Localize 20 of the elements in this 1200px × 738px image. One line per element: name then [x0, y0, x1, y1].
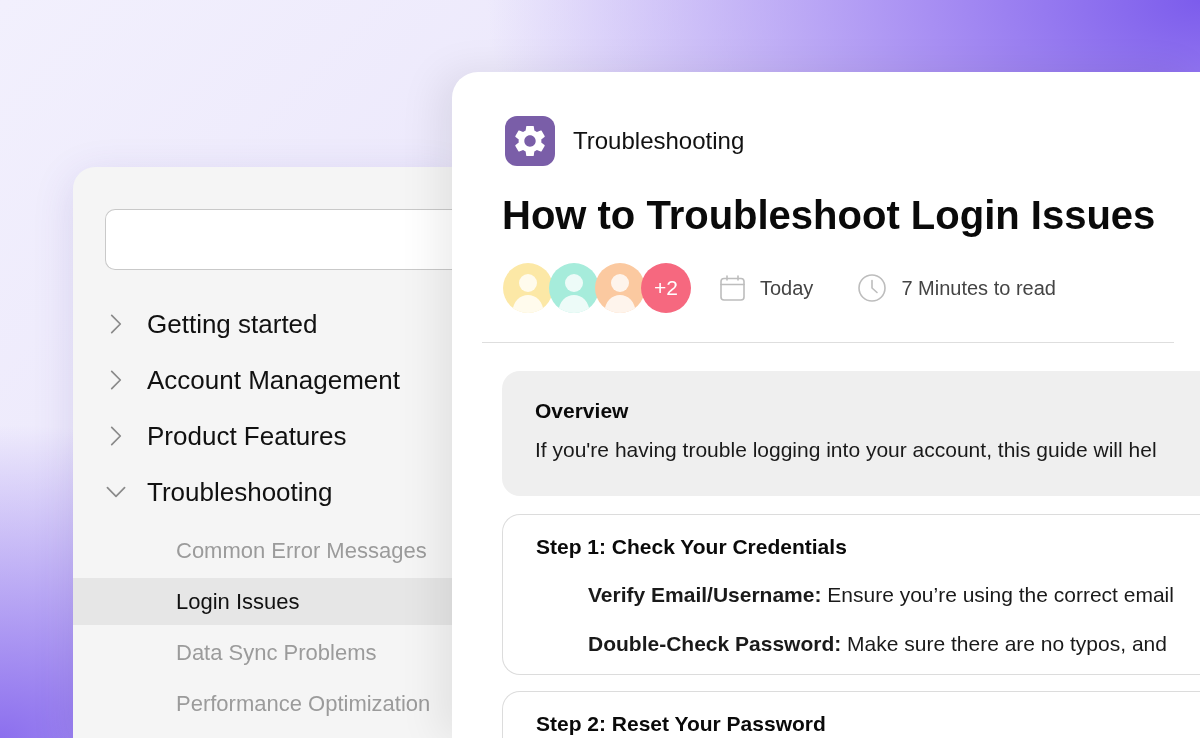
tree-item[interactable]: Troubleshooting [105, 464, 333, 520]
more-authors-count: +2 [641, 263, 691, 313]
tree-item[interactable]: Getting started [105, 296, 318, 352]
date-text: Today [760, 276, 814, 301]
step-title: Step 1: Check Your Credentials [536, 534, 847, 560]
overview-text: If you're having trouble logging into your account, this guide will hel [535, 437, 1157, 463]
step-instruction: Verify Email/Username: Ensure you’re using the correct email [588, 582, 1174, 608]
step-title: Step 2: Reset Your Password [536, 711, 826, 737]
category-label: Troubleshooting [573, 126, 745, 156]
gear-icon [505, 116, 555, 166]
step-instruction: Double-Check Password: Make sure there are no typos, and [588, 631, 1167, 657]
read-time-text: 7 Minutes to read [901, 276, 1056, 301]
search-field[interactable] [105, 209, 452, 270]
tree-item[interactable]: Login Issues [73, 578, 452, 625]
overview-heading: Overview [535, 398, 629, 424]
article-title: How to Troubleshoot Login Issues [502, 192, 1157, 239]
tree-item[interactable]: Product Features [105, 408, 347, 464]
calendar-icon [720, 275, 745, 301]
clock-icon [858, 274, 887, 302]
tree-item[interactable]: Account Management [105, 352, 400, 408]
